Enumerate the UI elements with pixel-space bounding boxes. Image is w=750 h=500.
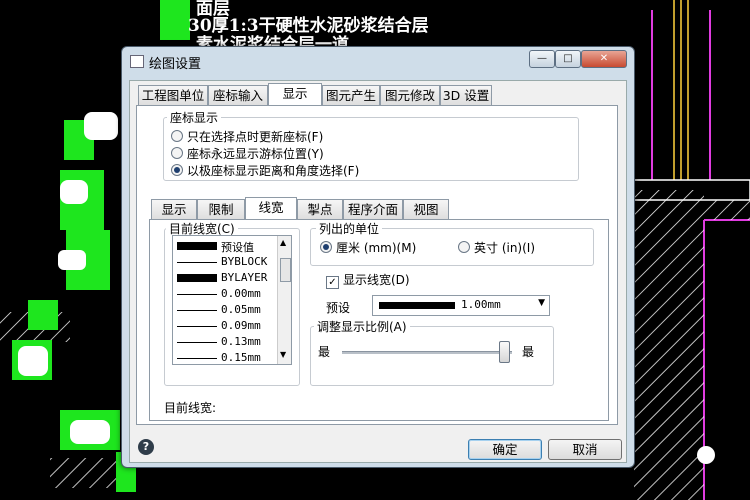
lineweight-list-item[interactable]: 0.05mm <box>177 302 275 318</box>
scroll-down-icon[interactable]: ▼ <box>280 350 286 359</box>
radio-selected-icon <box>171 164 183 176</box>
hatch-area-right <box>634 190 704 500</box>
dialog-titlebar[interactable]: 绘图设置 — □ ✕ <box>122 47 634 75</box>
dropdown-arrow-icon: ▼ <box>538 298 545 308</box>
subtab-view[interactable]: 视图 <box>403 199 449 219</box>
lineweight-item-label: 0.13mm <box>221 335 261 348</box>
lineweight-item-label: 0.00mm <box>221 287 261 300</box>
lineweight-swatch <box>177 326 217 327</box>
show-lineweight-checkbox[interactable]: ✓ 显示线宽(D) <box>326 272 410 289</box>
coord-option-on-pick[interactable]: 只在选择点时更新座标(F) <box>171 129 323 145</box>
radio-selected-icon <box>320 241 332 253</box>
coord-option-polar[interactable]: 以极座标显示距离和角度选择(F) <box>171 163 359 179</box>
list-scrollbar[interactable]: ▲ ▼ <box>277 236 291 364</box>
unit-option-inch[interactable]: 英寸 (in)(I) <box>458 240 535 256</box>
preset-label: 预设 <box>326 301 351 315</box>
maximize-button[interactable]: □ <box>555 50 581 68</box>
checkmark-icon: ✓ <box>326 276 339 289</box>
lineweight-item-label: BYBLOCK <box>221 255 268 268</box>
lineweight-item-label: 0.09mm <box>221 319 261 332</box>
lineweight-item-label: BYLAYER <box>221 271 268 284</box>
coord-option-always[interactable]: 座标永远显示游标位置(Y) <box>171 146 324 162</box>
lineweight-list-item[interactable]: 0.15mm <box>177 350 275 364</box>
lineweight-swatch <box>177 262 217 263</box>
tab-coordinate-input[interactable]: 座标输入 <box>208 85 268 105</box>
dialog-body: 工程图单位 座标输入 显示 图元产生 图元修改 3D 设置 座标显示 只在选择点… <box>129 80 627 463</box>
scroll-thumb[interactable] <box>280 258 291 282</box>
preset-line-swatch <box>379 302 455 309</box>
close-button[interactable]: ✕ <box>581 50 627 68</box>
lineweight-swatch <box>177 358 217 359</box>
tab-entity-create[interactable]: 图元产生 <box>322 85 380 105</box>
lineweight-list[interactable]: 预设值 BYBLOCK BYLAYER 0.00mm 0.05mm 0.09mm 0.13m… <box>172 235 292 365</box>
scale-max-label: 最 <box>522 345 535 359</box>
display-scale-label: 调整显示比例(A) <box>314 318 410 335</box>
subtab-program-interface[interactable]: 程序介面 <box>343 199 403 219</box>
subtab-lineweight[interactable]: 线宽 <box>245 197 297 219</box>
magenta-node <box>697 446 715 464</box>
radio-icon <box>171 147 183 159</box>
dialog-app-icon <box>130 55 144 68</box>
lineweight-subpanel: 目前线宽(C) 预设值 BYBLOCK BYLAYER 0.00mm 0.05mm 0.0… <box>149 219 609 421</box>
lineweight-swatch <box>177 342 217 343</box>
display-scale-group <box>310 326 554 386</box>
lineweight-swatch <box>177 310 217 311</box>
scroll-up-icon[interactable]: ▲ <box>280 238 286 247</box>
tab-drawing-units[interactable]: 工程图单位 <box>138 85 208 105</box>
subtab-display[interactable]: 显示 <box>151 199 197 219</box>
listed-units-label: 列出的单位 <box>316 220 383 237</box>
display-tab-panel: 座标显示 只在选择点时更新座标(F) 座标永远显示游标位置(Y) 以极座标显示距… <box>136 105 618 425</box>
unit-option-mm[interactable]: 厘米 (mm)(M) <box>320 240 416 256</box>
tab-3d-settings[interactable]: 3D 设置 <box>440 85 492 105</box>
lineweight-list-item[interactable]: BYLAYER <box>177 270 275 286</box>
minimize-button[interactable]: — <box>529 50 555 68</box>
lineweight-swatch <box>177 294 217 295</box>
scale-min-label: 最 <box>318 345 331 359</box>
lineweight-list-item[interactable]: BYBLOCK <box>177 254 275 270</box>
cancel-button[interactable]: 取消 <box>548 439 622 460</box>
dialog-title: 绘图设置 <box>149 57 202 72</box>
lineweight-item-label: 预设值 <box>221 241 254 254</box>
tab-display[interactable]: 显示 <box>268 83 322 105</box>
help-icon[interactable]: ? <box>138 439 154 455</box>
lineweight-item-label: 0.15mm <box>221 351 261 364</box>
preset-value: 1.00mm <box>461 298 501 311</box>
tab-entity-modify[interactable]: 图元修改 <box>380 85 440 105</box>
preset-select[interactable]: 1.00mm ▼ <box>372 295 550 316</box>
subtab-grips[interactable]: 掣点 <box>297 199 343 219</box>
lineweight-list-item[interactable]: 0.00mm <box>177 286 275 302</box>
lineweight-list-item[interactable]: 0.13mm <box>177 334 275 350</box>
radio-icon <box>458 241 470 253</box>
ok-button[interactable]: 确定 <box>468 439 542 460</box>
current-lineweight-footer: 目前线宽: <box>164 401 217 415</box>
lineweight-list-item[interactable]: 0.09mm <box>177 318 275 334</box>
subtab-limits[interactable]: 限制 <box>197 199 245 219</box>
lineweight-item-label: 0.05mm <box>221 303 261 316</box>
drafting-settings-dialog: 绘图设置 — □ ✕ 工程图单位 座标输入 显示 图元产生 图元修改 3D 设置… <box>121 46 635 468</box>
lineweight-swatch <box>177 242 217 250</box>
yellow-lines <box>673 0 689 180</box>
radio-icon <box>171 130 183 142</box>
scale-slider-thumb[interactable] <box>498 341 510 363</box>
coordinate-display-label: 座标显示 <box>167 109 222 126</box>
lineweight-list-item[interactable]: 预设值 <box>177 238 275 254</box>
scale-slider-track[interactable] <box>342 351 512 354</box>
lineweight-swatch <box>177 274 217 282</box>
